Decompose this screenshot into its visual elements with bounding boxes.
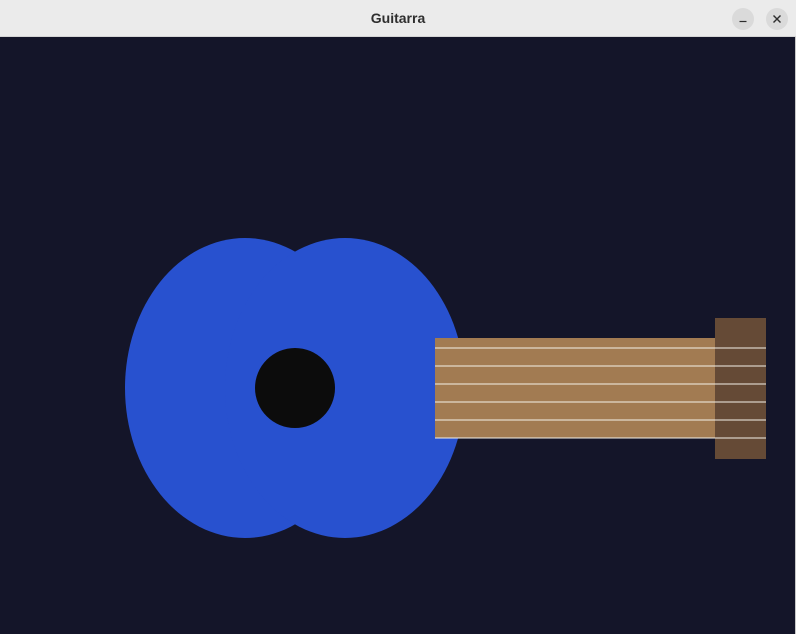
- guitar: [125, 238, 766, 538]
- close-button[interactable]: [766, 8, 788, 30]
- minimize-button[interactable]: [732, 8, 754, 30]
- title-bar[interactable]: Guitarra: [0, 0, 796, 37]
- app-window: Guitarra: [0, 0, 796, 634]
- window-title: Guitarra: [370, 10, 426, 26]
- drawing-canvas: [125, 238, 766, 538]
- minimize-icon: [739, 20, 747, 23]
- guitar-soundhole: [255, 348, 335, 428]
- guitar-neck: [435, 338, 717, 438]
- close-icon: [773, 15, 781, 23]
